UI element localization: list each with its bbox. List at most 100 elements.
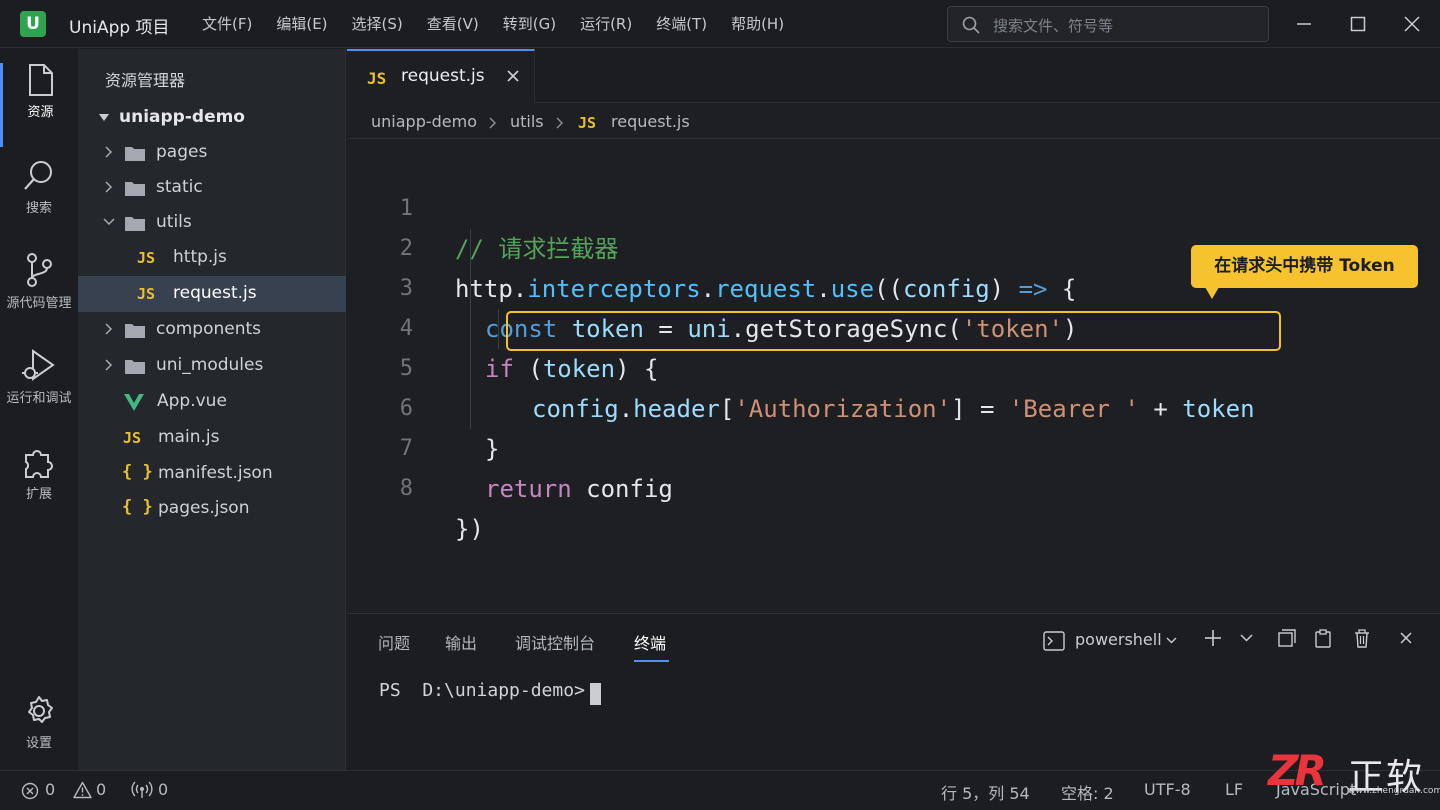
- activity-settings[interactable]: 设置: [0, 694, 78, 778]
- tree-folder-utils[interactable]: utils: [78, 205, 346, 241]
- close-icon[interactable]: [506, 69, 520, 83]
- warning-count[interactable]: 0: [96, 780, 106, 799]
- warning-icon: [73, 781, 92, 799]
- tree-folder-components[interactable]: components: [78, 312, 346, 348]
- breadcrumb-item[interactable]: uniapp-demo: [371, 112, 477, 131]
- folder-icon: [125, 147, 145, 161]
- activity-search[interactable]: 搜索: [0, 159, 78, 243]
- split-terminal-icon[interactable]: [1278, 629, 1296, 647]
- panel-tab-problems[interactable]: 问题: [378, 630, 410, 654]
- menu-file[interactable]: 文件(F): [190, 13, 264, 35]
- terminal-prompt[interactable]: PS D:\uniapp-demo>: [379, 680, 585, 701]
- activity-run-debug-label: 运行和调试: [6, 391, 72, 406]
- annotation-callout: 在请求头中携带 Token: [1191, 245, 1418, 299]
- tree-item-label: utils: [156, 212, 192, 232]
- tree-file-http-js[interactable]: JS http.js: [78, 240, 346, 276]
- trash-icon[interactable]: [1354, 629, 1370, 648]
- panel-tab-terminal[interactable]: 终端: [634, 630, 666, 654]
- source-control-icon: [27, 253, 52, 287]
- tree-item-label: request.js: [173, 283, 257, 303]
- activity-explorer-label: 资源: [27, 105, 54, 120]
- tree-folder-pages[interactable]: pages: [78, 135, 346, 171]
- close-window-icon[interactable]: [1398, 10, 1426, 38]
- menu-go[interactable]: 转到(G): [491, 13, 568, 35]
- editor-area: JS request.js uniapp-demo utils JS reque…: [347, 49, 1440, 612]
- folder-icon: [125, 324, 145, 338]
- callout-pointer: [1205, 287, 1219, 299]
- tree-item-label: pages.json: [158, 498, 250, 518]
- js-file-icon: JS: [367, 69, 387, 88]
- activity-explorer[interactable]: 资源: [0, 63, 78, 147]
- shell-name: powershell: [1075, 630, 1162, 649]
- search-icon: [962, 16, 980, 34]
- add-terminal-icon[interactable]: [1204, 629, 1222, 647]
- activity-search-label: 搜索: [25, 201, 52, 216]
- js-file-icon: JS: [137, 285, 156, 303]
- panel-tab-output[interactable]: 输出: [445, 630, 477, 654]
- command-search-input[interactable]: 搜索文件、符号等: [947, 6, 1269, 42]
- tree-item-label: App.vue: [157, 391, 227, 411]
- breadcrumb-item[interactable]: request.js: [611, 112, 690, 131]
- error-count[interactable]: 0: [45, 780, 55, 799]
- app-title: UniApp 项目: [69, 18, 170, 38]
- file-encoding[interactable]: UTF-8: [1144, 780, 1191, 799]
- activity-extensions[interactable]: 扩展: [0, 445, 78, 529]
- code-line: 1 // 请求拦截器: [347, 149, 1440, 263]
- activity-source-control[interactable]: 源代码管理: [0, 252, 78, 336]
- activity-run-debug[interactable]: 运行和调试: [0, 349, 78, 433]
- code-token: config: [571, 475, 673, 503]
- tree-item-label: uni_modules: [156, 355, 264, 375]
- explorer-title: 资源管理器: [105, 71, 186, 90]
- chevron-down-icon: [103, 218, 115, 226]
- caret-down-icon: [99, 114, 109, 121]
- terminal-icon: [1043, 631, 1065, 651]
- menu-terminal[interactable]: 终端(T): [644, 13, 719, 35]
- clipboard-icon[interactable]: [1315, 629, 1331, 648]
- tree-file-pages-json[interactable]: { } pages.json: [78, 491, 346, 527]
- minimize-icon[interactable]: [1290, 10, 1318, 38]
- close-panel-icon[interactable]: [1399, 631, 1413, 645]
- indentation[interactable]: 空格: 2: [1061, 780, 1114, 804]
- code-token: return: [485, 475, 572, 503]
- watermark-url: www.zhengruan.com: [1348, 786, 1440, 796]
- maximize-icon[interactable]: [1344, 10, 1372, 38]
- activity-extensions-label: 扩展: [25, 487, 52, 502]
- tree-folder-uni-modules[interactable]: uni_modules: [78, 348, 346, 384]
- extensions-icon: [25, 450, 53, 478]
- gear-icon: [28, 696, 53, 723]
- tree-file-request-js[interactable]: JS request.js: [78, 276, 346, 312]
- tree-file-main-js[interactable]: JS main.js: [78, 420, 346, 456]
- code-line: 8 }): [347, 429, 1440, 543]
- tree-folder-static[interactable]: static: [78, 170, 346, 206]
- js-file-icon: JS: [123, 429, 142, 447]
- folder-icon: [125, 360, 145, 374]
- menu-edit[interactable]: 编辑(E): [264, 13, 339, 35]
- tree-root-folder[interactable]: uniapp-demo: [78, 100, 346, 136]
- chevron-down-icon[interactable]: [1240, 634, 1253, 643]
- error-icon: [21, 782, 39, 800]
- chevron-right-icon: [105, 323, 113, 335]
- cursor-position[interactable]: 行 5，列 54: [941, 780, 1030, 804]
- shell-selector[interactable]: powershell: [1043, 628, 1178, 654]
- ports-count[interactable]: 0: [158, 780, 168, 799]
- breadcrumb-item[interactable]: utils: [510, 112, 544, 131]
- end-of-line[interactable]: LF: [1225, 780, 1243, 799]
- panel-tab-debug-console[interactable]: 调试控制台: [515, 630, 595, 654]
- tree-file-app-vue[interactable]: App.vue: [78, 384, 346, 420]
- json-file-icon: { }: [122, 497, 153, 517]
- js-file-icon: JS: [137, 249, 156, 267]
- breadcrumb: uniapp-demo utils JS request.js: [347, 103, 1440, 139]
- tree-file-manifest-json[interactable]: { } manifest.json: [78, 456, 346, 492]
- menu-view[interactable]: 查看(V): [415, 13, 491, 35]
- tree-item-label: main.js: [158, 427, 220, 447]
- tab-request-js[interactable]: JS request.js: [347, 49, 535, 103]
- editor-tab-bar: JS request.js: [347, 49, 1440, 103]
- callout-text: 在请求头中携带 Token: [1214, 256, 1395, 276]
- js-file-icon: JS: [578, 114, 597, 132]
- menu-help[interactable]: 帮助(H): [719, 13, 796, 35]
- code-line: 2 http.interceptors.request.use((config)…: [347, 189, 1440, 303]
- menu-run[interactable]: 运行(R): [568, 13, 644, 35]
- tree-item-label: manifest.json: [158, 463, 273, 483]
- search-placeholder: 搜索文件、符号等: [993, 17, 1114, 35]
- menu-selection[interactable]: 选择(S): [340, 13, 415, 35]
